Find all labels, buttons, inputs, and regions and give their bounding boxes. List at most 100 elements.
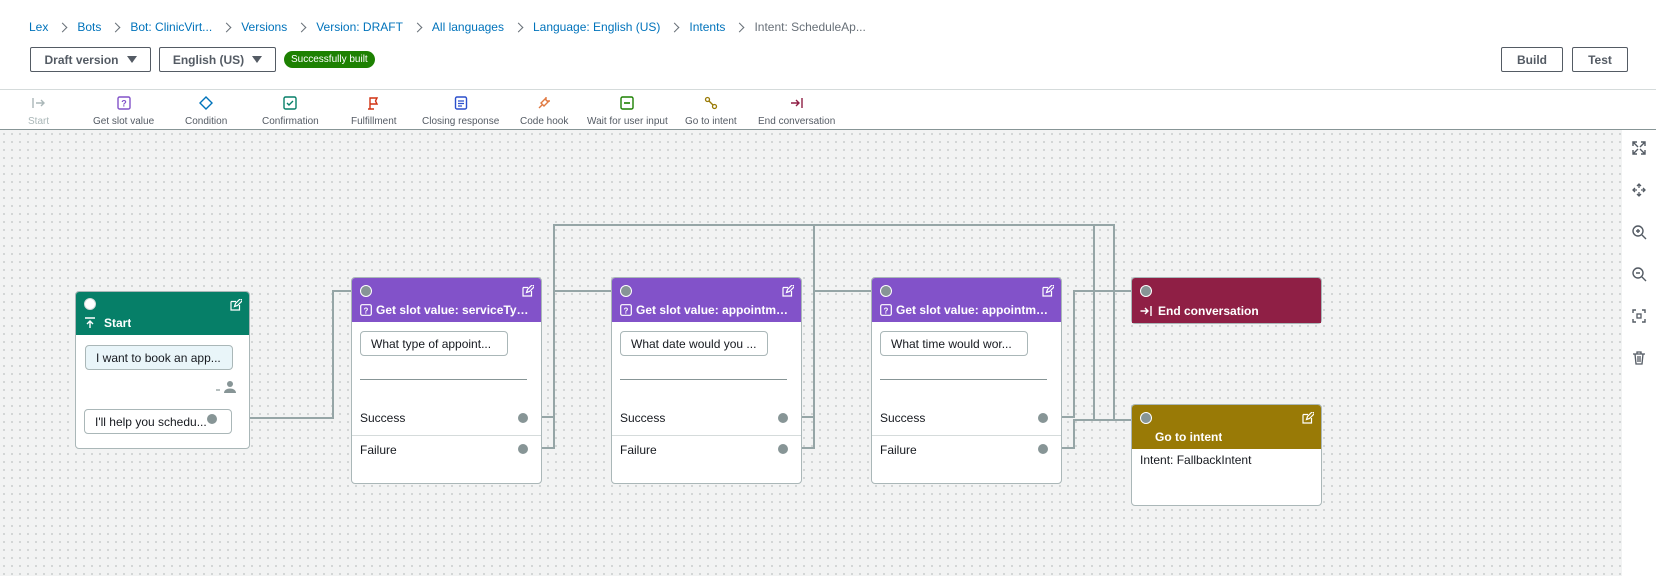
tool-condition[interactable]: Condition <box>185 90 227 130</box>
failure-port[interactable] <box>777 443 789 455</box>
language-select-label: English (US) <box>172 52 245 67</box>
flag-icon <box>367 97 378 110</box>
delete-icon[interactable] <box>1631 350 1647 366</box>
chevron-right-icon <box>412 22 423 32</box>
slot-node-appointment-time[interactable]: ? Get slot value: appointment... What ti… <box>871 277 1062 484</box>
success-label: Success <box>880 411 926 425</box>
success-port[interactable] <box>517 412 529 424</box>
goto-node-header: Go to intent <box>1132 405 1321 449</box>
end-node-title-text: End conversation <box>1158 304 1259 318</box>
failure-label: Failure <box>360 443 397 457</box>
breadcrumb-all-languages[interactable]: All languages <box>432 20 504 34</box>
go-to-intent-node[interactable]: Go to intent Intent: FallbackIntent <box>1131 404 1322 506</box>
breadcrumb-version[interactable]: Version: DRAFT <box>316 20 403 34</box>
tool-end-conversation[interactable]: End conversation <box>758 90 835 130</box>
failure-branch: Failure <box>872 434 1061 466</box>
slot-input-port[interactable] <box>360 285 372 297</box>
flow-canvas[interactable]: Start I want to book an app... I'll help… <box>0 130 1622 576</box>
tool-confirmation[interactable]: Confirmation <box>262 90 319 130</box>
fullscreen-icon[interactable] <box>1631 140 1647 156</box>
caret-down-icon <box>126 56 137 63</box>
breadcrumb-bot[interactable]: Bot: ClinicVirt... <box>130 20 212 34</box>
plug-icon <box>538 97 551 109</box>
goto-node-title-text: Go to intent <box>1155 430 1223 444</box>
tool-fulfillment[interactable]: Fulfillment <box>351 90 397 130</box>
failure-label: Failure <box>620 443 657 457</box>
tool-go-to-intent-label: Go to intent <box>685 116 737 127</box>
tool-start-label: Start <box>28 116 50 127</box>
build-status-badge: Successfully built <box>284 51 375 68</box>
success-branch: Success <box>872 402 1061 434</box>
prompt-divider <box>620 379 787 380</box>
edit-icon[interactable] <box>230 299 242 311</box>
slot-node-header: ? Get slot value: appointment... <box>872 278 1061 322</box>
end-conversation-node[interactable]: End conversation <box>1131 277 1322 324</box>
chevron-right-icon <box>110 22 121 32</box>
test-button[interactable]: Test <box>1572 47 1628 72</box>
breadcrumb-versions[interactable]: Versions <box>241 20 287 34</box>
end-node-title: End conversation <box>1140 304 1259 318</box>
edit-icon[interactable] <box>522 285 534 297</box>
breadcrumb-lex[interactable]: Lex <box>29 20 48 34</box>
failure-branch: Failure <box>612 434 801 466</box>
goto-node-title: Go to intent <box>1155 430 1222 444</box>
prompt-divider <box>360 379 527 380</box>
fit-view-icon[interactable] <box>1631 182 1647 198</box>
wait-icon <box>620 96 635 110</box>
start-icon <box>31 98 45 108</box>
tool-wait-for-user-input[interactable]: Wait for user input <box>587 90 668 130</box>
start-node-title: Start <box>84 316 131 330</box>
user-icon <box>216 381 236 393</box>
version-select[interactable]: Draft version <box>30 47 151 72</box>
start-node[interactable]: Start I want to book an app... I'll help… <box>75 291 250 449</box>
edit-icon[interactable] <box>1042 285 1054 297</box>
checkbox-icon <box>283 96 298 110</box>
success-port[interactable] <box>777 412 789 424</box>
breadcrumb-language[interactable]: Language: English (US) <box>533 20 660 34</box>
zoom-in-icon[interactable] <box>1631 224 1647 240</box>
focus-icon[interactable] <box>1631 308 1647 324</box>
diamond-icon <box>199 96 214 110</box>
end-input-port[interactable] <box>1140 285 1152 297</box>
start-node-title-text: Start <box>104 316 132 330</box>
start-output-port[interactable] <box>206 413 218 425</box>
tool-closing-response[interactable]: Closing response <box>422 90 499 130</box>
slot-node-service-type[interactable]: ? Get slot value: serviceType What type … <box>351 277 542 484</box>
slot-input-port[interactable] <box>620 285 632 297</box>
chevron-right-icon <box>669 22 680 32</box>
chevron-right-icon <box>734 22 745 32</box>
tool-code-hook[interactable]: Code hook <box>520 90 568 130</box>
tool-start: Start <box>28 90 49 130</box>
edit-icon[interactable] <box>782 285 794 297</box>
tool-go-to-intent[interactable]: Go to intent <box>685 90 737 130</box>
breadcrumb-bots[interactable]: Bots <box>77 20 101 34</box>
build-button[interactable]: Build <box>1501 47 1563 72</box>
breadcrumb-intents[interactable]: Intents <box>689 20 725 34</box>
page-header: Lex Bots Bot: ClinicVirt... Versions Ver… <box>0 0 1656 90</box>
breadcrumb: Lex Bots Bot: ClinicVirt... Versions Ver… <box>29 20 866 34</box>
failure-port[interactable] <box>517 443 529 455</box>
question-box-icon: ? <box>116 96 131 110</box>
slot-input-port[interactable] <box>880 285 892 297</box>
zoom-out-icon[interactable] <box>1631 266 1647 282</box>
tool-fulfillment-label: Fulfillment <box>351 116 397 127</box>
success-branch: Success <box>612 402 801 434</box>
prompt-divider <box>880 379 1047 380</box>
slot-node-header: ? Get slot value: serviceType <box>352 278 541 322</box>
language-select[interactable]: English (US) <box>159 47 276 72</box>
slot-node-header: ? Get slot value: appointment... <box>612 278 801 322</box>
tool-end-conversation-label: End conversation <box>758 116 836 127</box>
success-label: Success <box>620 411 666 425</box>
success-branch: Success <box>352 402 541 434</box>
slot-node-title: ? Get slot value: serviceType <box>360 303 530 317</box>
question-box-icon: ? <box>880 304 892 316</box>
failure-port[interactable] <box>1037 443 1049 455</box>
slot-node-title-text: Get slot value: serviceType <box>376 303 530 317</box>
chevron-right-icon <box>513 22 524 32</box>
edit-icon[interactable] <box>1302 412 1314 424</box>
tool-get-slot-value[interactable]: ? Get slot value <box>93 90 154 130</box>
success-port[interactable] <box>1037 412 1049 424</box>
slot-node-appointment-date[interactable]: ? Get slot value: appointment... What da… <box>611 277 802 484</box>
goto-input-port[interactable] <box>1140 412 1152 424</box>
failure-branch: Failure <box>352 434 541 466</box>
